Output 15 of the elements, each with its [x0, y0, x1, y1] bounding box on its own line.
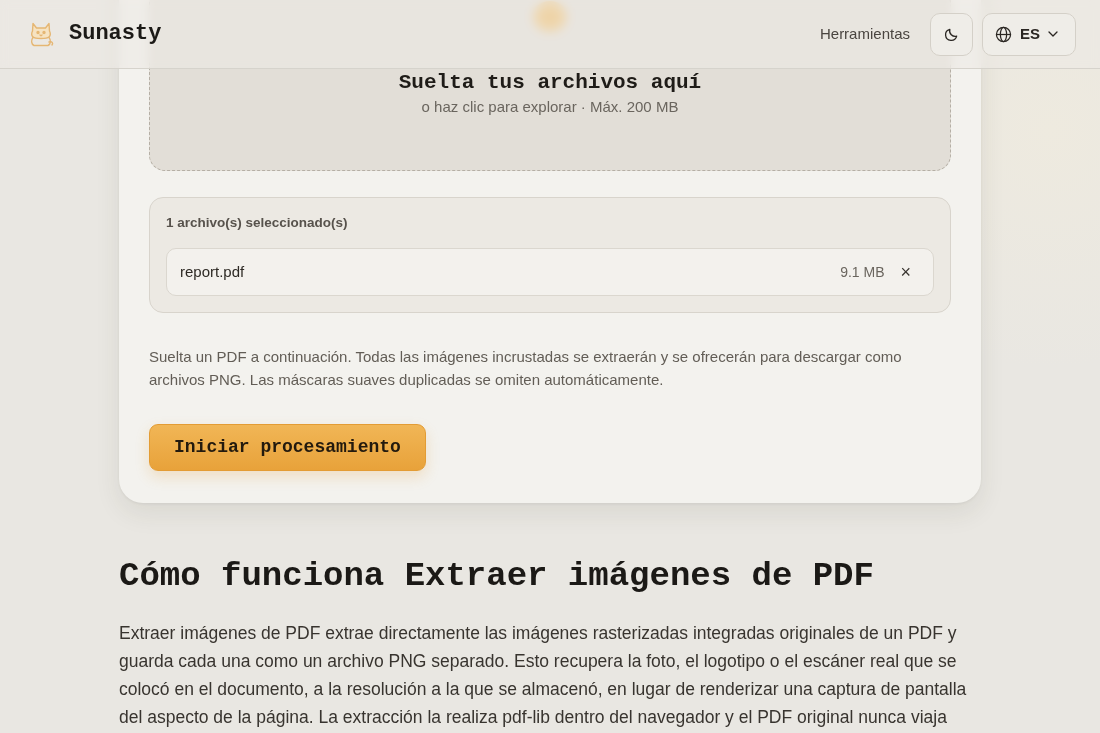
drop-zone-title: Suelta tus archivos aquí [397, 71, 703, 95]
selected-files-count: 1 archivo(s) seleccionado(s) [166, 214, 349, 232]
file-name: report.pdf [180, 261, 245, 282]
drop-zone-hint: o haz clic para explorar · Máx. 200 MB [420, 97, 680, 117]
moon-icon [944, 26, 959, 42]
start-processing-button[interactable]: Iniciar procesamiento [149, 424, 426, 471]
file-size: 9.1 MB [840, 262, 885, 282]
chevron-down-icon [1048, 31, 1058, 37]
section-paragraph: Extraer imágenes de PDF extrae directamente las imágenes rasterizadas integradas originales de un PDF y guarda cada una como un archivo PNG separado. Esto recupera la foto, el logotipo o el escáner real que se colocó en el documento, a la resolución a la que se almacenó, en lugar de renderizar una captura de pantalla del aspecto de la página. La extracción la realiza pdf-lib dentro del navegador y el PDF original nunca viaja [119, 622, 968, 729]
tool-description: Suelta un PDF a continuación. Todas las imágenes incrustadas se extraerán y se ofrecerán para descargar como archivos PNG. Las máscaras suaves duplicadas se omiten automáticamente. [149, 347, 903, 390]
tools-link[interactable]: Herramientas [819, 22, 910, 46]
remove-file-button[interactable]: × [898, 262, 913, 282]
language-button[interactable]: ES [982, 12, 1076, 56]
section-heading: Cómo funciona Extraer imágenes de PDF [119, 556, 875, 597]
globe-icon [995, 25, 1012, 43]
